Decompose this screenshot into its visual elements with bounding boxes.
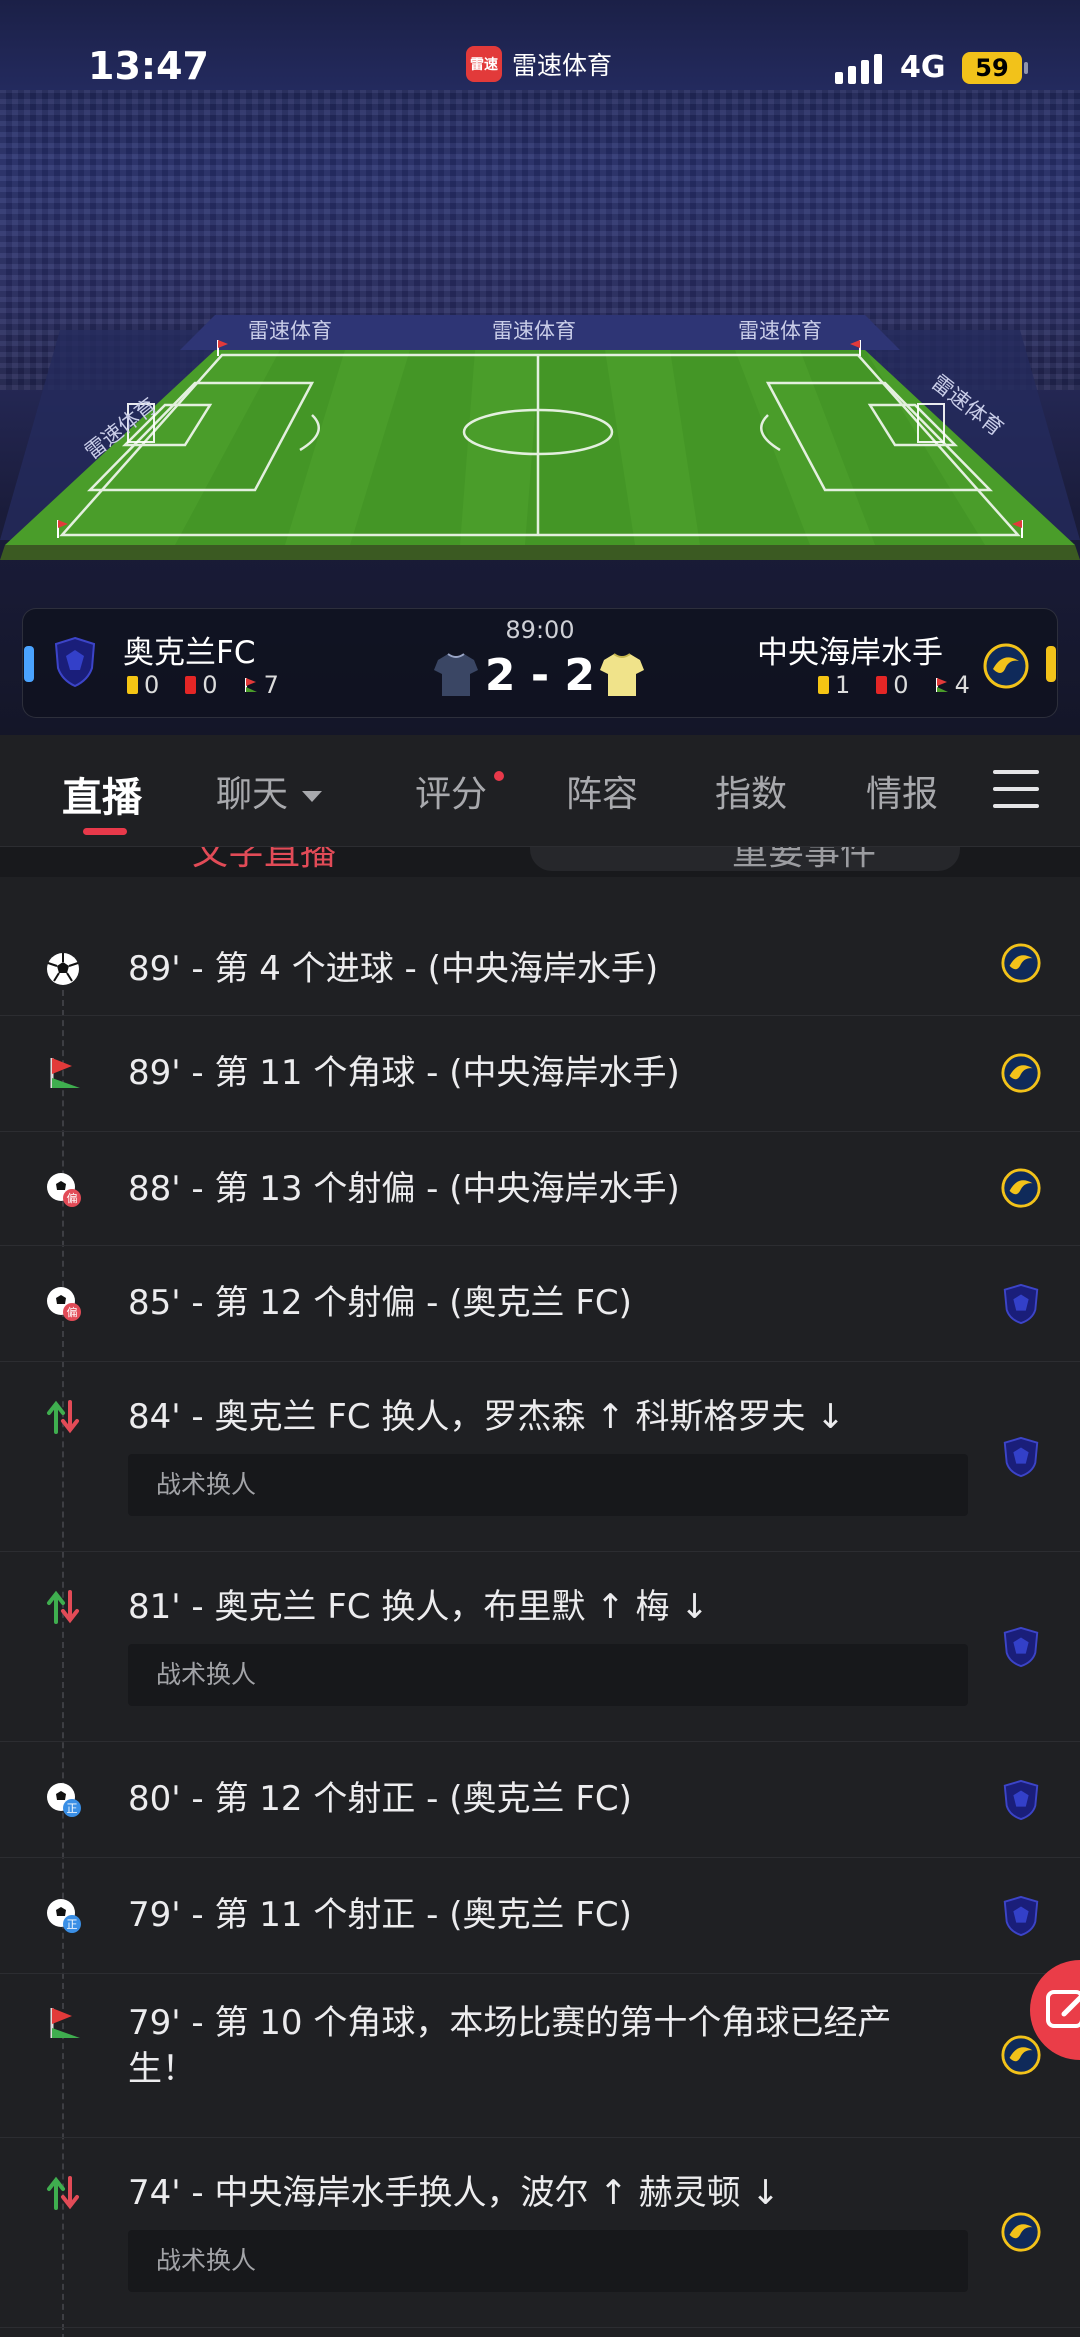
event-note: 战术换人 bbox=[128, 1454, 968, 1516]
event-text: 89' - 第 11 个角球 - (中央海岸水手) bbox=[128, 1053, 680, 1093]
event-text: 79' - 第 11 个射正 - (奥克兰 FC) bbox=[128, 1895, 632, 1935]
menu-icon[interactable] bbox=[993, 770, 1039, 810]
tab-index[interactable]: 指数 bbox=[715, 765, 787, 817]
tab-chat-label: 聊天 bbox=[216, 774, 289, 815]
shot-off-target-icon: 偏 bbox=[47, 1287, 81, 1321]
notification-dot bbox=[494, 771, 504, 781]
substitution-icon bbox=[47, 1400, 79, 1434]
event-text: 84' - 奥克兰 FC 换人，罗杰森 ↑ 科斯格罗夫 ↓ bbox=[128, 1397, 845, 1437]
corner-icon bbox=[50, 1058, 80, 1088]
tab-live[interactable]: 直播 bbox=[62, 765, 142, 823]
tab-chat[interactable]: 聊天 bbox=[216, 765, 323, 817]
event-row[interactable]: 正 80' - 第 12 个射正 - (奥克兰 FC) bbox=[0, 1742, 1080, 1858]
event-note: 战术换人 bbox=[128, 2230, 968, 2292]
ad-board-2: 雷速体育 bbox=[492, 319, 576, 343]
away-stats: 1 0 4 bbox=[818, 671, 970, 699]
away-team-name[interactable]: 中央海岸水手 bbox=[757, 627, 943, 672]
event-text: 80' - 第 12 个射正 - (奥克兰 FC) bbox=[128, 1779, 632, 1819]
status-time: 13:47 bbox=[88, 44, 209, 88]
away-team-logo-icon bbox=[1001, 943, 1041, 983]
home-team-logo-icon bbox=[1003, 1779, 1039, 1821]
event-note: 战术换人 bbox=[128, 1644, 968, 1706]
away-jersey-icon bbox=[600, 653, 644, 696]
status-bar: 13:47 雷速 雷速体育 4G 59 bbox=[0, 0, 1080, 130]
away-crest-icon[interactable] bbox=[983, 640, 1029, 692]
ad-board-3: 雷速体育 bbox=[738, 319, 822, 343]
shot-on-target-icon: 正 bbox=[47, 1783, 81, 1817]
home-team-logo-icon bbox=[1003, 1436, 1039, 1478]
app-badge: 雷速 雷速体育 bbox=[466, 46, 612, 82]
event-row[interactable]: 74' - 中央海岸水手换人，波尔 ↑ 赫灵顿 ↓ 战术换人 bbox=[0, 2138, 1080, 2328]
event-row[interactable]: 正 79' - 第 11 个射正 - (奥克兰 FC) bbox=[0, 1858, 1080, 1974]
subtab-bar: 文字直播 重要事件 bbox=[0, 847, 1080, 877]
corner-flag-icon bbox=[935, 678, 948, 692]
svg-text:偏: 偏 bbox=[67, 1191, 78, 1205]
app-logo-icon: 雷速 bbox=[466, 46, 502, 82]
subtab-text-live-label: 文字直播 bbox=[192, 847, 337, 873]
event-row[interactable]: 偏 85' - 第 12 个射偏 - (奥克兰 FC) bbox=[0, 1246, 1080, 1362]
substitution-icon bbox=[47, 2176, 79, 2210]
ad-board-1: 雷速体育 bbox=[248, 319, 332, 343]
battery-icon: 59 bbox=[962, 52, 1022, 84]
battery-tip bbox=[1024, 62, 1028, 74]
network-type: 4G bbox=[900, 50, 946, 85]
shot-on-target-icon: 正 bbox=[47, 1899, 81, 1933]
signal-icon bbox=[835, 54, 882, 84]
subtab-key-events-label: 重要事件 bbox=[732, 847, 877, 873]
event-row[interactable]: 79' - 第 10 个角球，本场比赛的第十个角球已经产生！ bbox=[0, 1974, 1080, 2138]
event-text: 89' - 第 4 个进球 - (中央海岸水手) bbox=[128, 949, 659, 989]
event-text: 81' - 奥克兰 FC 换人，布里默 ↑ 梅 ↓ bbox=[128, 1587, 709, 1627]
away-team-logo-icon bbox=[1001, 1053, 1041, 1093]
away-corner-count: 4 bbox=[954, 671, 970, 699]
svg-text:正: 正 bbox=[67, 1802, 78, 1815]
away-team-logo-icon bbox=[1001, 2035, 1041, 2075]
event-text: 85' - 第 12 个射偏 - (奥克兰 FC) bbox=[128, 1283, 632, 1323]
home-team-logo-icon bbox=[1003, 1283, 1039, 1325]
event-row[interactable]: 84' - 奥克兰 FC 换人，罗杰森 ↑ 科斯格罗夫 ↓ 战术换人 bbox=[0, 1362, 1080, 1552]
tab-intel[interactable]: 情报 bbox=[866, 765, 938, 817]
edit-icon bbox=[1046, 1990, 1080, 2028]
away-yellow-count: 1 bbox=[835, 671, 851, 699]
chevron-down-icon bbox=[302, 790, 323, 802]
red-card-icon bbox=[876, 676, 888, 694]
event-row[interactable]: 偏 88' - 第 13 个射偏 - (中央海岸水手) bbox=[0, 1132, 1080, 1246]
svg-text:正: 正 bbox=[67, 1918, 78, 1931]
event-row[interactable]: 81' - 奥克兰 FC 换人，布里默 ↑ 梅 ↓ 战术换人 bbox=[0, 1552, 1080, 1742]
away-team-logo-icon bbox=[1001, 2212, 1041, 2252]
event-row[interactable]: 89' - 第 11 个角球 - (中央海岸水手) bbox=[0, 1016, 1080, 1132]
substitution-icon bbox=[47, 1590, 79, 1624]
svg-text:偏: 偏 bbox=[67, 1305, 78, 1319]
tab-rating[interactable]: 评分 bbox=[415, 765, 487, 817]
tab-active-indicator bbox=[83, 828, 127, 835]
goal-icon bbox=[47, 953, 79, 985]
tab-bar: 直播 聊天 评分 阵容 指数 情报 bbox=[0, 735, 1080, 847]
shot-off-target-icon: 偏 bbox=[47, 1173, 81, 1207]
corner-icon bbox=[50, 2008, 80, 2038]
event-text: 88' - 第 13 个射偏 - (中央海岸水手) bbox=[128, 1169, 680, 1209]
app-name: 雷速体育 bbox=[512, 51, 613, 80]
home-team-logo-icon bbox=[1003, 1895, 1039, 1937]
away-red-count: 0 bbox=[893, 671, 909, 699]
event-text: 74' - 中央海岸水手换人，波尔 ↑ 赫灵顿 ↓ bbox=[128, 2173, 780, 2213]
home-team-logo-icon bbox=[1003, 1626, 1039, 1668]
away-team-logo-icon bbox=[1001, 1168, 1041, 1208]
event-row[interactable]: 89' - 第 4 个进球 - (中央海岸水手) bbox=[0, 912, 1080, 1016]
tab-lineup[interactable]: 阵容 bbox=[566, 765, 638, 817]
yellow-card-icon bbox=[818, 676, 829, 694]
event-text: 79' - 第 10 个角球，本场比赛的第十个角球已经产生！ bbox=[128, 2003, 892, 2089]
